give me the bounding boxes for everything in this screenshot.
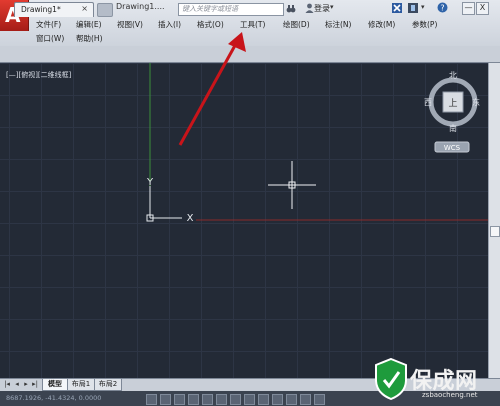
watermark-shield-logo [375,358,407,400]
coordinate-readout: 8687.1926, -41.4324, 0.0000 [6,394,102,402]
first-tab-arrow[interactable]: |◂ [3,380,11,388]
viewcube-west: 西 [424,98,432,107]
store-dropdown-icon[interactable]: ▾ [421,3,425,11]
menu-draw[interactable]: 绘图(D) [283,19,310,30]
menu-format[interactable]: 格式(O) [197,19,224,30]
menu-dimension[interactable]: 标注(N) [325,19,351,30]
viewcube-north: 北 [449,71,457,80]
menu-view[interactable]: 视图(V) [117,19,143,30]
binoculars-icon[interactable] [286,4,296,14]
login-dropdown-icon[interactable]: ▾ [330,3,334,11]
help-glyph: ? [440,4,444,13]
tab-layout2[interactable]: 布局2 [94,379,122,391]
osnap-toggle-icon[interactable] [202,394,213,405]
menu-window[interactable]: 窗口(W) [36,33,64,44]
viewport-controls[interactable]: [—][俯视][二维线框] [6,70,71,80]
user-icon [305,3,314,13]
menu-file[interactable]: 文件(F) [36,19,61,30]
tab-model[interactable]: 模型 [42,379,68,391]
wcs-menu: WCS [444,144,461,152]
menu-tools[interactable]: 工具(T) [240,19,265,30]
next-tab-arrow[interactable]: ▸ [22,380,30,388]
ortho-toggle-icon[interactable] [174,394,185,405]
grid-toggle-icon[interactable] [160,394,171,405]
last-tab-arrow[interactable]: ▸| [31,380,39,388]
login-link[interactable]: 登录 [314,3,330,14]
transparency-toggle-icon[interactable] [272,394,283,405]
ducs-toggle-icon[interactable] [230,394,241,405]
watermark-url: zsbaocheng.net [422,391,478,399]
viewcube-east: 东 [472,97,480,107]
close-window-button[interactable]: X [476,2,489,15]
document-tab-bar [0,46,500,63]
search-input[interactable] [179,4,281,14]
menu-parametric[interactable]: 参数(P) [412,19,437,30]
exchange-icon[interactable] [392,3,402,13]
dyn-toggle-icon[interactable] [244,394,255,405]
ucs-x-label: X [187,213,194,224]
help-icon[interactable]: ? [437,2,448,13]
menu-help[interactable]: 帮助(H) [76,33,103,44]
snap-toggle-icon[interactable] [146,394,157,405]
app-store-icon[interactable] [408,3,418,13]
close-tab-icon[interactable]: × [81,4,88,13]
tab-drawing1[interactable]: Drawing1* × [14,2,94,17]
ucs-y-label: Y [146,177,154,188]
window-title: Drawing1.... [116,2,165,11]
scrollbar-thumb[interactable] [490,226,500,237]
minimize-button[interactable]: — [462,2,475,15]
watermark: 保成网 zsbaocheng.net [370,356,500,406]
menu-insert[interactable]: 插入(I) [158,19,181,30]
tab-layout1[interactable]: 布局1 [67,379,95,391]
lineweight-toggle-icon[interactable] [258,394,269,405]
viewcube-top-face: 上 [448,98,457,109]
annotation-arrow [178,32,246,146]
ucs-icon: Y X [146,177,194,224]
annotation-monitor-icon[interactable] [314,394,325,405]
otrack-toggle-icon[interactable] [216,394,227,405]
viewcube: 上 北 南 东 西 WCS [424,71,480,153]
prev-tab-arrow[interactable]: ◂ [13,380,21,388]
menu-edit[interactable]: 编辑(E) [76,19,102,30]
crosshair-cursor [268,161,316,209]
search-box[interactable] [178,3,284,16]
selection-cycling-icon[interactable] [300,394,311,405]
tab-label: Drawing1* [21,5,61,14]
viewcube-south: 南 [449,123,457,133]
new-tab-icon[interactable] [97,3,113,17]
quick-properties-icon[interactable] [286,394,297,405]
polar-toggle-icon[interactable] [188,394,199,405]
menu-modify[interactable]: 修改(M) [368,19,395,30]
vertical-scrollbar[interactable] [488,63,500,378]
